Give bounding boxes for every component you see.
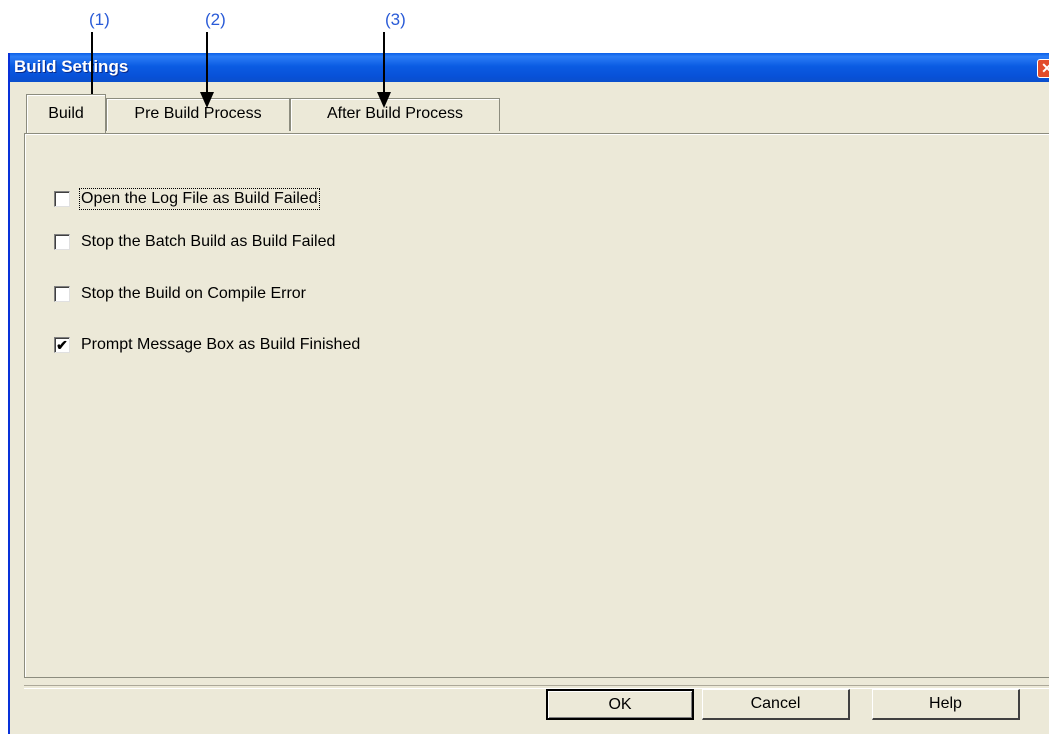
window-title: Build Settings (14, 57, 129, 76)
tab-panel-build (24, 133, 1049, 678)
option-stop-on-compile-error[interactable]: Stop the Build on Compile Error (54, 283, 306, 305)
checkbox-stop-on-compile-error[interactable] (54, 286, 70, 302)
option-open-log-file[interactable]: Open the Log File as Build Failed (54, 188, 320, 210)
option-label: Prompt Message Box as Build Finished (81, 336, 361, 353)
callout-pointer-3 (383, 32, 385, 95)
help-button[interactable]: Help (872, 689, 1020, 720)
ok-button[interactable]: OK (546, 689, 694, 720)
callout-label-2: (2) (205, 10, 226, 29)
option-prompt-message-box[interactable]: ✔ Prompt Message Box as Build Finished (54, 334, 360, 356)
callout-arrowhead-3 (377, 92, 391, 108)
option-label: Stop the Batch Build as Build Failed (81, 233, 336, 250)
cancel-button[interactable]: Cancel (702, 689, 850, 720)
checkbox-stop-batch-build[interactable] (54, 234, 70, 250)
option-label: Stop the Build on Compile Error (81, 285, 306, 302)
build-settings-dialog: Build Settings ✕ Build Pre Build Process… (8, 53, 1049, 734)
tab-pre-build-process[interactable]: Pre Build Process (106, 98, 290, 131)
callout-arrowhead-2 (200, 92, 214, 108)
option-stop-batch-build[interactable]: Stop the Batch Build as Build Failed (54, 231, 335, 253)
checkbox-prompt-message-box[interactable]: ✔ (54, 337, 70, 353)
option-label: Open the Log File as Build Failed (79, 188, 320, 210)
callout-pointer-2 (206, 32, 208, 95)
checkbox-open-log-file[interactable] (54, 191, 70, 207)
tab-build[interactable]: Build (26, 94, 106, 133)
close-button[interactable]: ✕ (1037, 59, 1049, 78)
callout-label-1: (1) (89, 10, 110, 29)
tab-after-build-process[interactable]: After Build Process (290, 98, 500, 131)
title-bar[interactable]: Build Settings ✕ (10, 53, 1049, 82)
callout-label-3: (3) (385, 10, 406, 29)
